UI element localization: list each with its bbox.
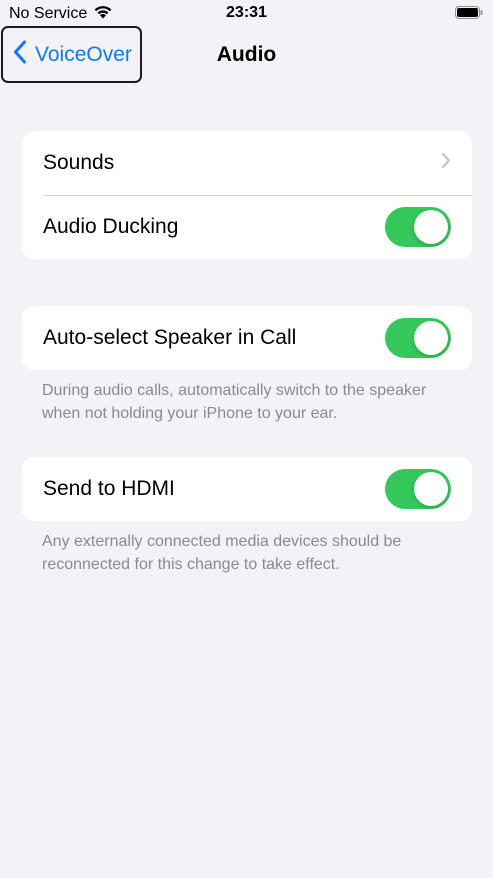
- toggle-knob: [414, 210, 448, 244]
- send-to-hdmi-footer: Any externally connected media devices s…: [42, 533, 402, 573]
- settings-group-sounds: Sounds Audio Ducking: [22, 131, 472, 259]
- send-to-hdmi-toggle[interactable]: [385, 469, 451, 509]
- auto-select-speaker-footer: During audio calls, automatically switch…: [42, 382, 427, 422]
- settings-group-hdmi: Send to HDMI: [22, 457, 472, 521]
- auto-select-speaker-toggle[interactable]: [385, 318, 451, 358]
- settings-group-speaker: Auto-select Speaker in Call: [22, 306, 472, 370]
- audio-ducking-toggle[interactable]: [385, 207, 451, 247]
- sounds-row[interactable]: Sounds: [22, 131, 472, 195]
- audio-ducking-label: Audio Ducking: [43, 215, 179, 238]
- auto-select-speaker-row: Auto-select Speaker in Call: [22, 306, 472, 370]
- status-time: 23:31: [226, 4, 267, 21]
- send-to-hdmi-row: Send to HDMI: [22, 457, 472, 521]
- status-bar: No Service 23:31: [0, 0, 493, 28]
- battery-icon: [455, 6, 483, 19]
- auto-select-speaker-label: Auto-select Speaker in Call: [43, 326, 297, 349]
- toggle-knob: [414, 472, 448, 506]
- toggle-knob: [414, 321, 448, 355]
- audio-ducking-row: Audio Ducking: [22, 195, 472, 259]
- chevron-right-icon: [441, 151, 451, 175]
- send-to-hdmi-label: Send to HDMI: [43, 477, 175, 500]
- nav-bar: VoiceOver Audio: [0, 26, 493, 84]
- sounds-label: Sounds: [43, 151, 115, 174]
- page-title: Audio: [216, 43, 277, 66]
